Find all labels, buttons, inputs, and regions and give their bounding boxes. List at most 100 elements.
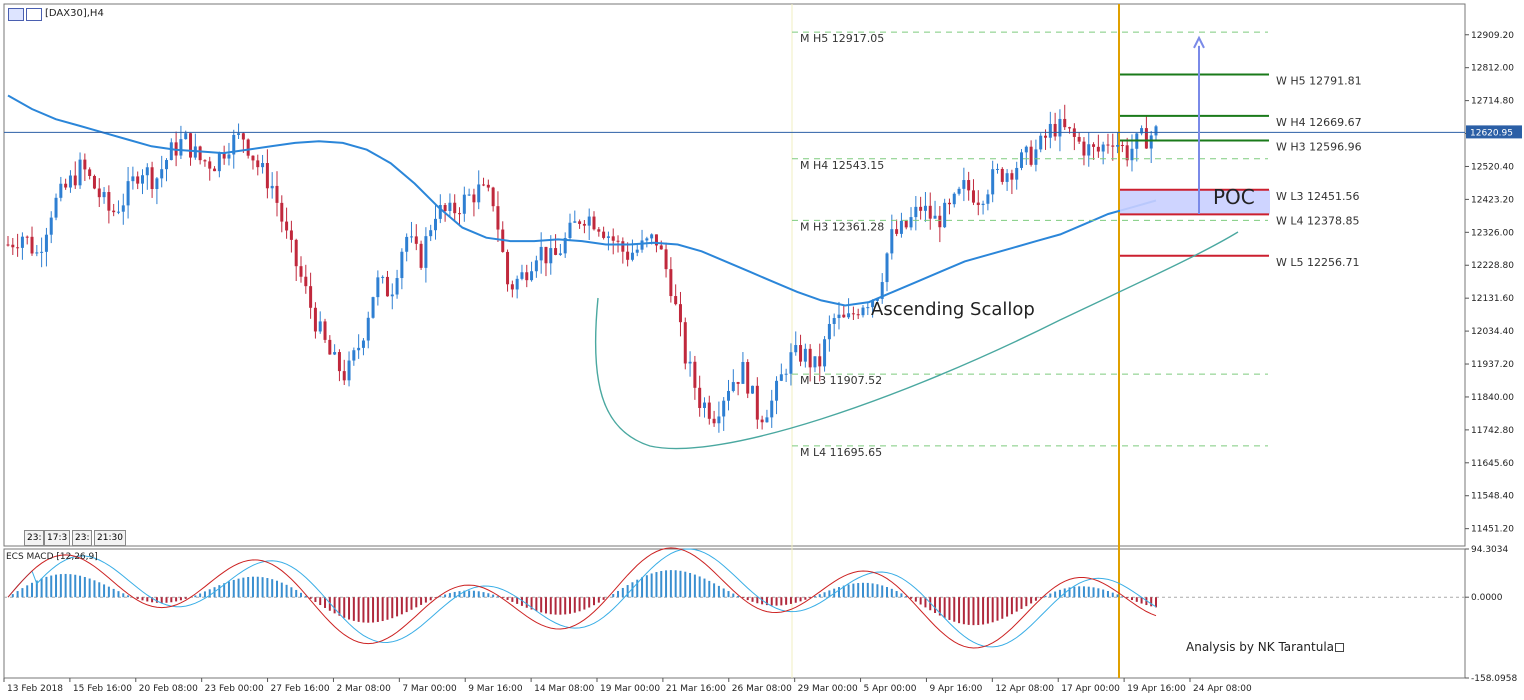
candle-body xyxy=(1020,152,1024,168)
candle-body xyxy=(1149,135,1153,149)
candle-body xyxy=(664,249,668,270)
macd-label: ECS MACD [12,26,9] xyxy=(6,552,98,562)
candle-body xyxy=(765,417,769,423)
candle-body xyxy=(246,139,250,156)
candle-body xyxy=(136,176,140,184)
chart-canvas[interactable]: 12909.2012812.0012714.8012617.6012520.40… xyxy=(0,0,1524,700)
period-tab[interactable]: 21:30 xyxy=(94,530,126,546)
candle-body xyxy=(333,352,337,355)
candle-body xyxy=(54,197,58,218)
candle-body xyxy=(626,251,630,260)
candle-body xyxy=(160,169,164,179)
candle-body xyxy=(92,175,96,189)
time-tick-label: 24 Apr 08:00 xyxy=(1193,684,1252,694)
candle-body xyxy=(606,236,610,238)
time-tick-label: 15 Feb 16:00 xyxy=(73,684,132,694)
candle-body xyxy=(669,269,673,297)
candle-body xyxy=(16,247,20,249)
candle-body xyxy=(116,211,120,213)
chart-window-icon[interactable] xyxy=(26,8,42,21)
candle-body xyxy=(799,345,803,362)
candle-body xyxy=(741,362,745,384)
monthly-level-label: M L3 11907.52 xyxy=(800,374,882,387)
candle-body xyxy=(558,253,562,255)
price-tick-label: 12034.40 xyxy=(1471,327,1514,337)
candle-body xyxy=(688,361,692,364)
time-tick-label: 9 Mar 16:00 xyxy=(468,684,523,694)
candle-body xyxy=(635,249,639,253)
time-tick-label: 13 Feb 2018 xyxy=(7,684,63,694)
candle-body xyxy=(213,168,217,172)
candle-body xyxy=(107,192,111,211)
candle-body xyxy=(751,385,755,394)
candle-body xyxy=(1044,135,1048,138)
period-tab[interactable]: 17:3 xyxy=(44,530,71,546)
candle-body xyxy=(568,222,572,239)
candle-body xyxy=(140,175,144,184)
candle-body xyxy=(808,348,812,368)
price-tick-label: 12326.00 xyxy=(1471,228,1514,238)
candle-body xyxy=(856,314,860,316)
period-tab[interactable]: 23: xyxy=(72,530,93,546)
time-tick-label: 26 Mar 08:00 xyxy=(732,684,792,694)
candle-body xyxy=(150,167,154,190)
chart-menu-icon[interactable] xyxy=(8,8,24,21)
candle-body xyxy=(1111,145,1115,147)
candle-body xyxy=(1116,144,1120,147)
current-price-label: 12620.95 xyxy=(1470,128,1513,138)
price-tick-label: 11840.00 xyxy=(1471,393,1514,403)
candle-body xyxy=(794,345,798,353)
candle-body xyxy=(1125,145,1129,161)
candle-body xyxy=(1144,128,1148,149)
candle-body xyxy=(208,161,212,169)
candle-body xyxy=(818,356,822,367)
candle-body xyxy=(813,356,817,368)
candle-body xyxy=(1092,144,1096,147)
candle-body xyxy=(578,221,582,224)
candle-body xyxy=(746,362,750,394)
candle-body xyxy=(842,314,846,318)
time-tick-label: 12 Apr 08:00 xyxy=(995,684,1054,694)
candle-body xyxy=(35,252,39,254)
candle-body xyxy=(554,248,558,255)
candle-body xyxy=(1077,136,1081,142)
price-tick-label: 12909.20 xyxy=(1471,31,1514,41)
candle-body xyxy=(933,215,937,219)
candle-body xyxy=(275,185,279,203)
weekly-level-label: W L5 12256.71 xyxy=(1276,256,1359,269)
candle-body xyxy=(1082,141,1086,156)
candle-body xyxy=(453,202,457,214)
candle-body xyxy=(611,236,615,241)
candle-body xyxy=(443,205,447,211)
candle-body xyxy=(328,339,332,355)
author-marker-icon xyxy=(1335,643,1344,652)
candle-body xyxy=(971,190,975,203)
candle-body xyxy=(198,146,202,161)
candle-body xyxy=(342,371,346,381)
candle-body xyxy=(458,213,462,215)
candle-body xyxy=(592,216,596,230)
time-tick-label: 5 Apr 00:00 xyxy=(864,684,917,694)
candle-body xyxy=(309,286,313,308)
candle-body xyxy=(270,185,274,189)
candle-body xyxy=(736,382,740,384)
candle-body xyxy=(261,163,265,168)
candle-body xyxy=(486,184,490,188)
candle-body xyxy=(510,284,514,290)
weekly-level-label: W L3 12451.56 xyxy=(1276,190,1359,203)
candle-body xyxy=(640,240,644,250)
period-tab[interactable]: 23: xyxy=(24,530,45,546)
candle-body xyxy=(544,246,548,264)
candle-body xyxy=(145,167,149,176)
candle-body xyxy=(241,133,245,140)
candle-body xyxy=(318,321,322,332)
candle-body xyxy=(899,220,903,234)
macd-tick-label: 0.0000 xyxy=(1471,593,1503,603)
candle-body xyxy=(429,230,433,237)
candle-body xyxy=(265,163,269,189)
candle-body xyxy=(630,252,634,260)
candle-body xyxy=(78,159,82,186)
candle-body xyxy=(395,278,399,295)
candle-body xyxy=(424,236,428,268)
candle-body xyxy=(323,321,327,340)
